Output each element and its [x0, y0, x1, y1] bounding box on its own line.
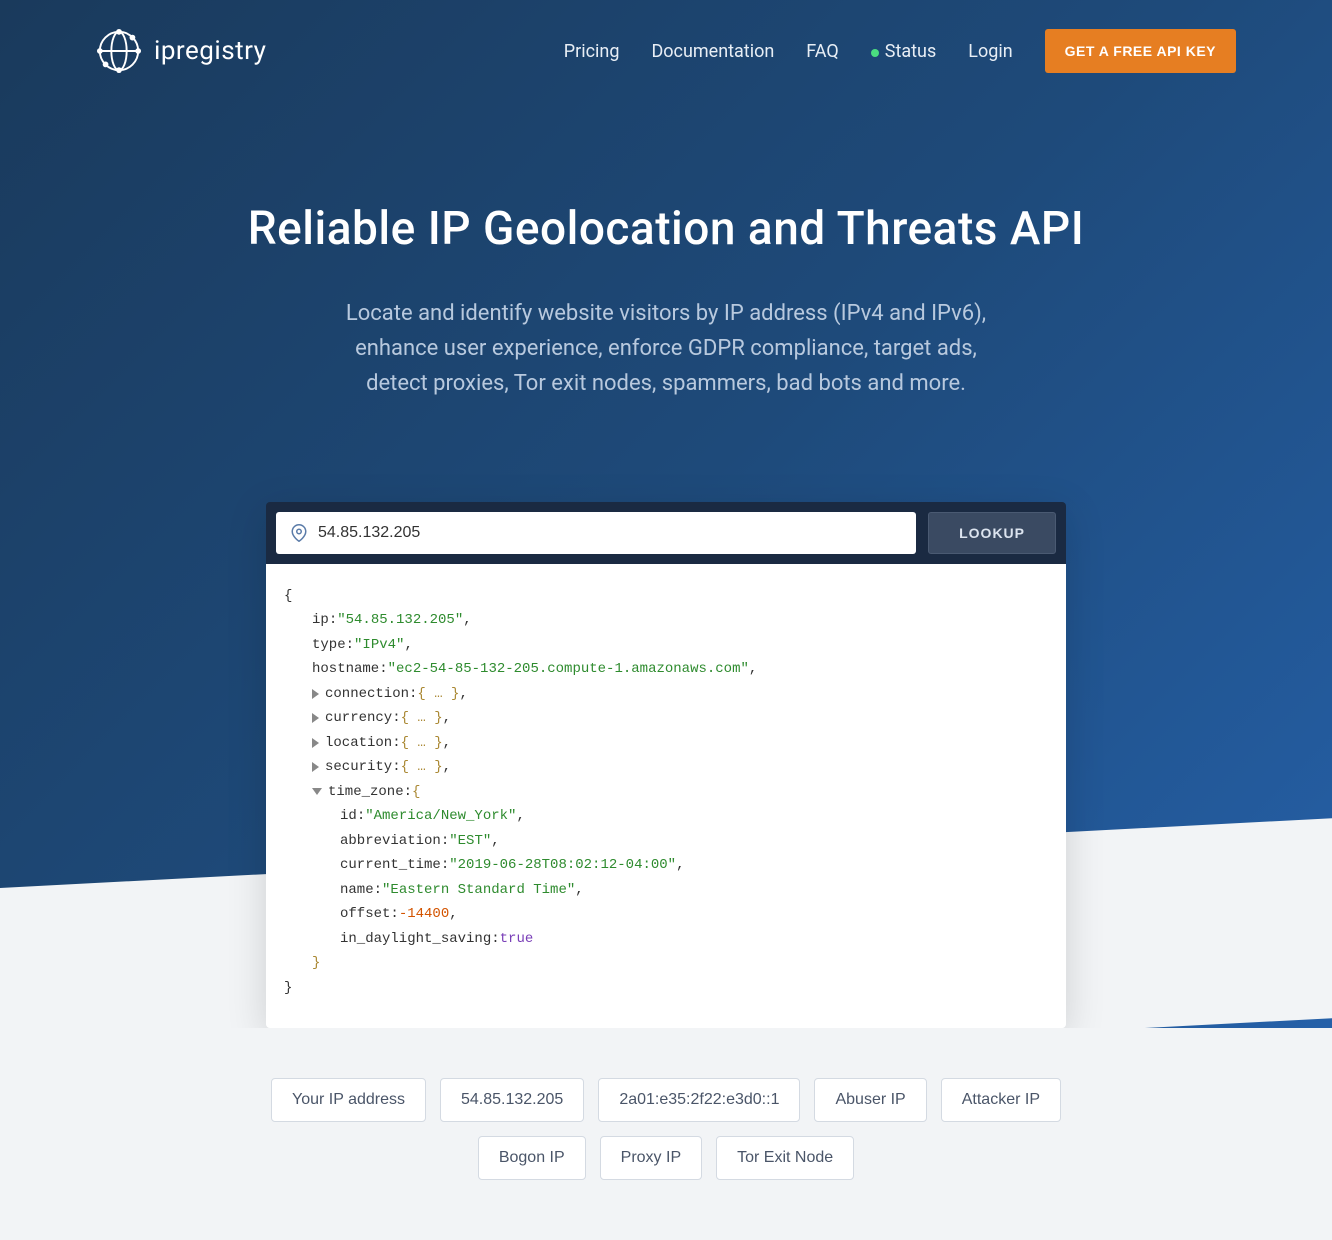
- nav-faq[interactable]: FAQ: [806, 41, 838, 62]
- chip-attacker-ip[interactable]: Attacker IP: [941, 1078, 1061, 1122]
- nav-status-label: Status: [885, 41, 936, 62]
- lookup-card: LOOKUP { ip : "54.85.132.205", type : "I…: [266, 502, 1066, 1029]
- ip-lookup-input[interactable]: [318, 512, 902, 554]
- caret-right-icon: [312, 689, 319, 699]
- nav-documentation[interactable]: Documentation: [651, 41, 774, 62]
- chip-proxy-ip[interactable]: Proxy IP: [600, 1136, 702, 1180]
- chip-your-ip[interactable]: Your IP address: [271, 1078, 426, 1122]
- caret-right-icon: [312, 738, 319, 748]
- json-response-panel: { ip : "54.85.132.205", type : "IPv4", h…: [266, 564, 1066, 1029]
- nav-pricing[interactable]: Pricing: [564, 41, 620, 62]
- caret-right-icon: [312, 762, 319, 772]
- caret-right-icon: [312, 713, 319, 723]
- example-chips: Your IP address 54.85.132.205 2a01:e35:2…: [216, 1078, 1116, 1180]
- caret-down-icon: [312, 788, 322, 795]
- chip-tor-exit[interactable]: Tor Exit Node: [716, 1136, 854, 1180]
- lookup-button[interactable]: LOOKUP: [928, 512, 1056, 554]
- get-api-key-button[interactable]: GET A FREE API KEY: [1045, 29, 1236, 73]
- globe-network-icon: [96, 28, 142, 74]
- nav-status[interactable]: Status: [871, 41, 936, 62]
- location-pin-icon: [290, 524, 308, 542]
- top-nav: ipregistry Pricing Documentation FAQ Sta…: [66, 0, 1266, 102]
- chip-ipv6-example[interactable]: 2a01:e35:2f22:e3d0::1: [598, 1078, 800, 1122]
- nav-login[interactable]: Login: [968, 41, 1012, 62]
- status-dot-icon: [871, 49, 879, 57]
- logo[interactable]: ipregistry: [96, 28, 266, 74]
- json-expand-connection[interactable]: connection : { … },: [284, 682, 1048, 707]
- chip-ipv4-example[interactable]: 54.85.132.205: [440, 1078, 584, 1122]
- hero-title: Reliable IP Geolocation and Threats API: [246, 202, 1086, 256]
- json-collapse-timezone[interactable]: time_zone : {: [284, 780, 1048, 805]
- chip-bogon-ip[interactable]: Bogon IP: [478, 1136, 586, 1180]
- hero-subtitle: Locate and identify website visitors by …: [246, 296, 1086, 402]
- brand-name: ipregistry: [154, 36, 266, 66]
- json-expand-currency[interactable]: currency : { … },: [284, 706, 1048, 731]
- json-expand-location[interactable]: location : { … },: [284, 731, 1048, 756]
- json-expand-security[interactable]: security : { … },: [284, 755, 1048, 780]
- chip-abuser-ip[interactable]: Abuser IP: [814, 1078, 926, 1122]
